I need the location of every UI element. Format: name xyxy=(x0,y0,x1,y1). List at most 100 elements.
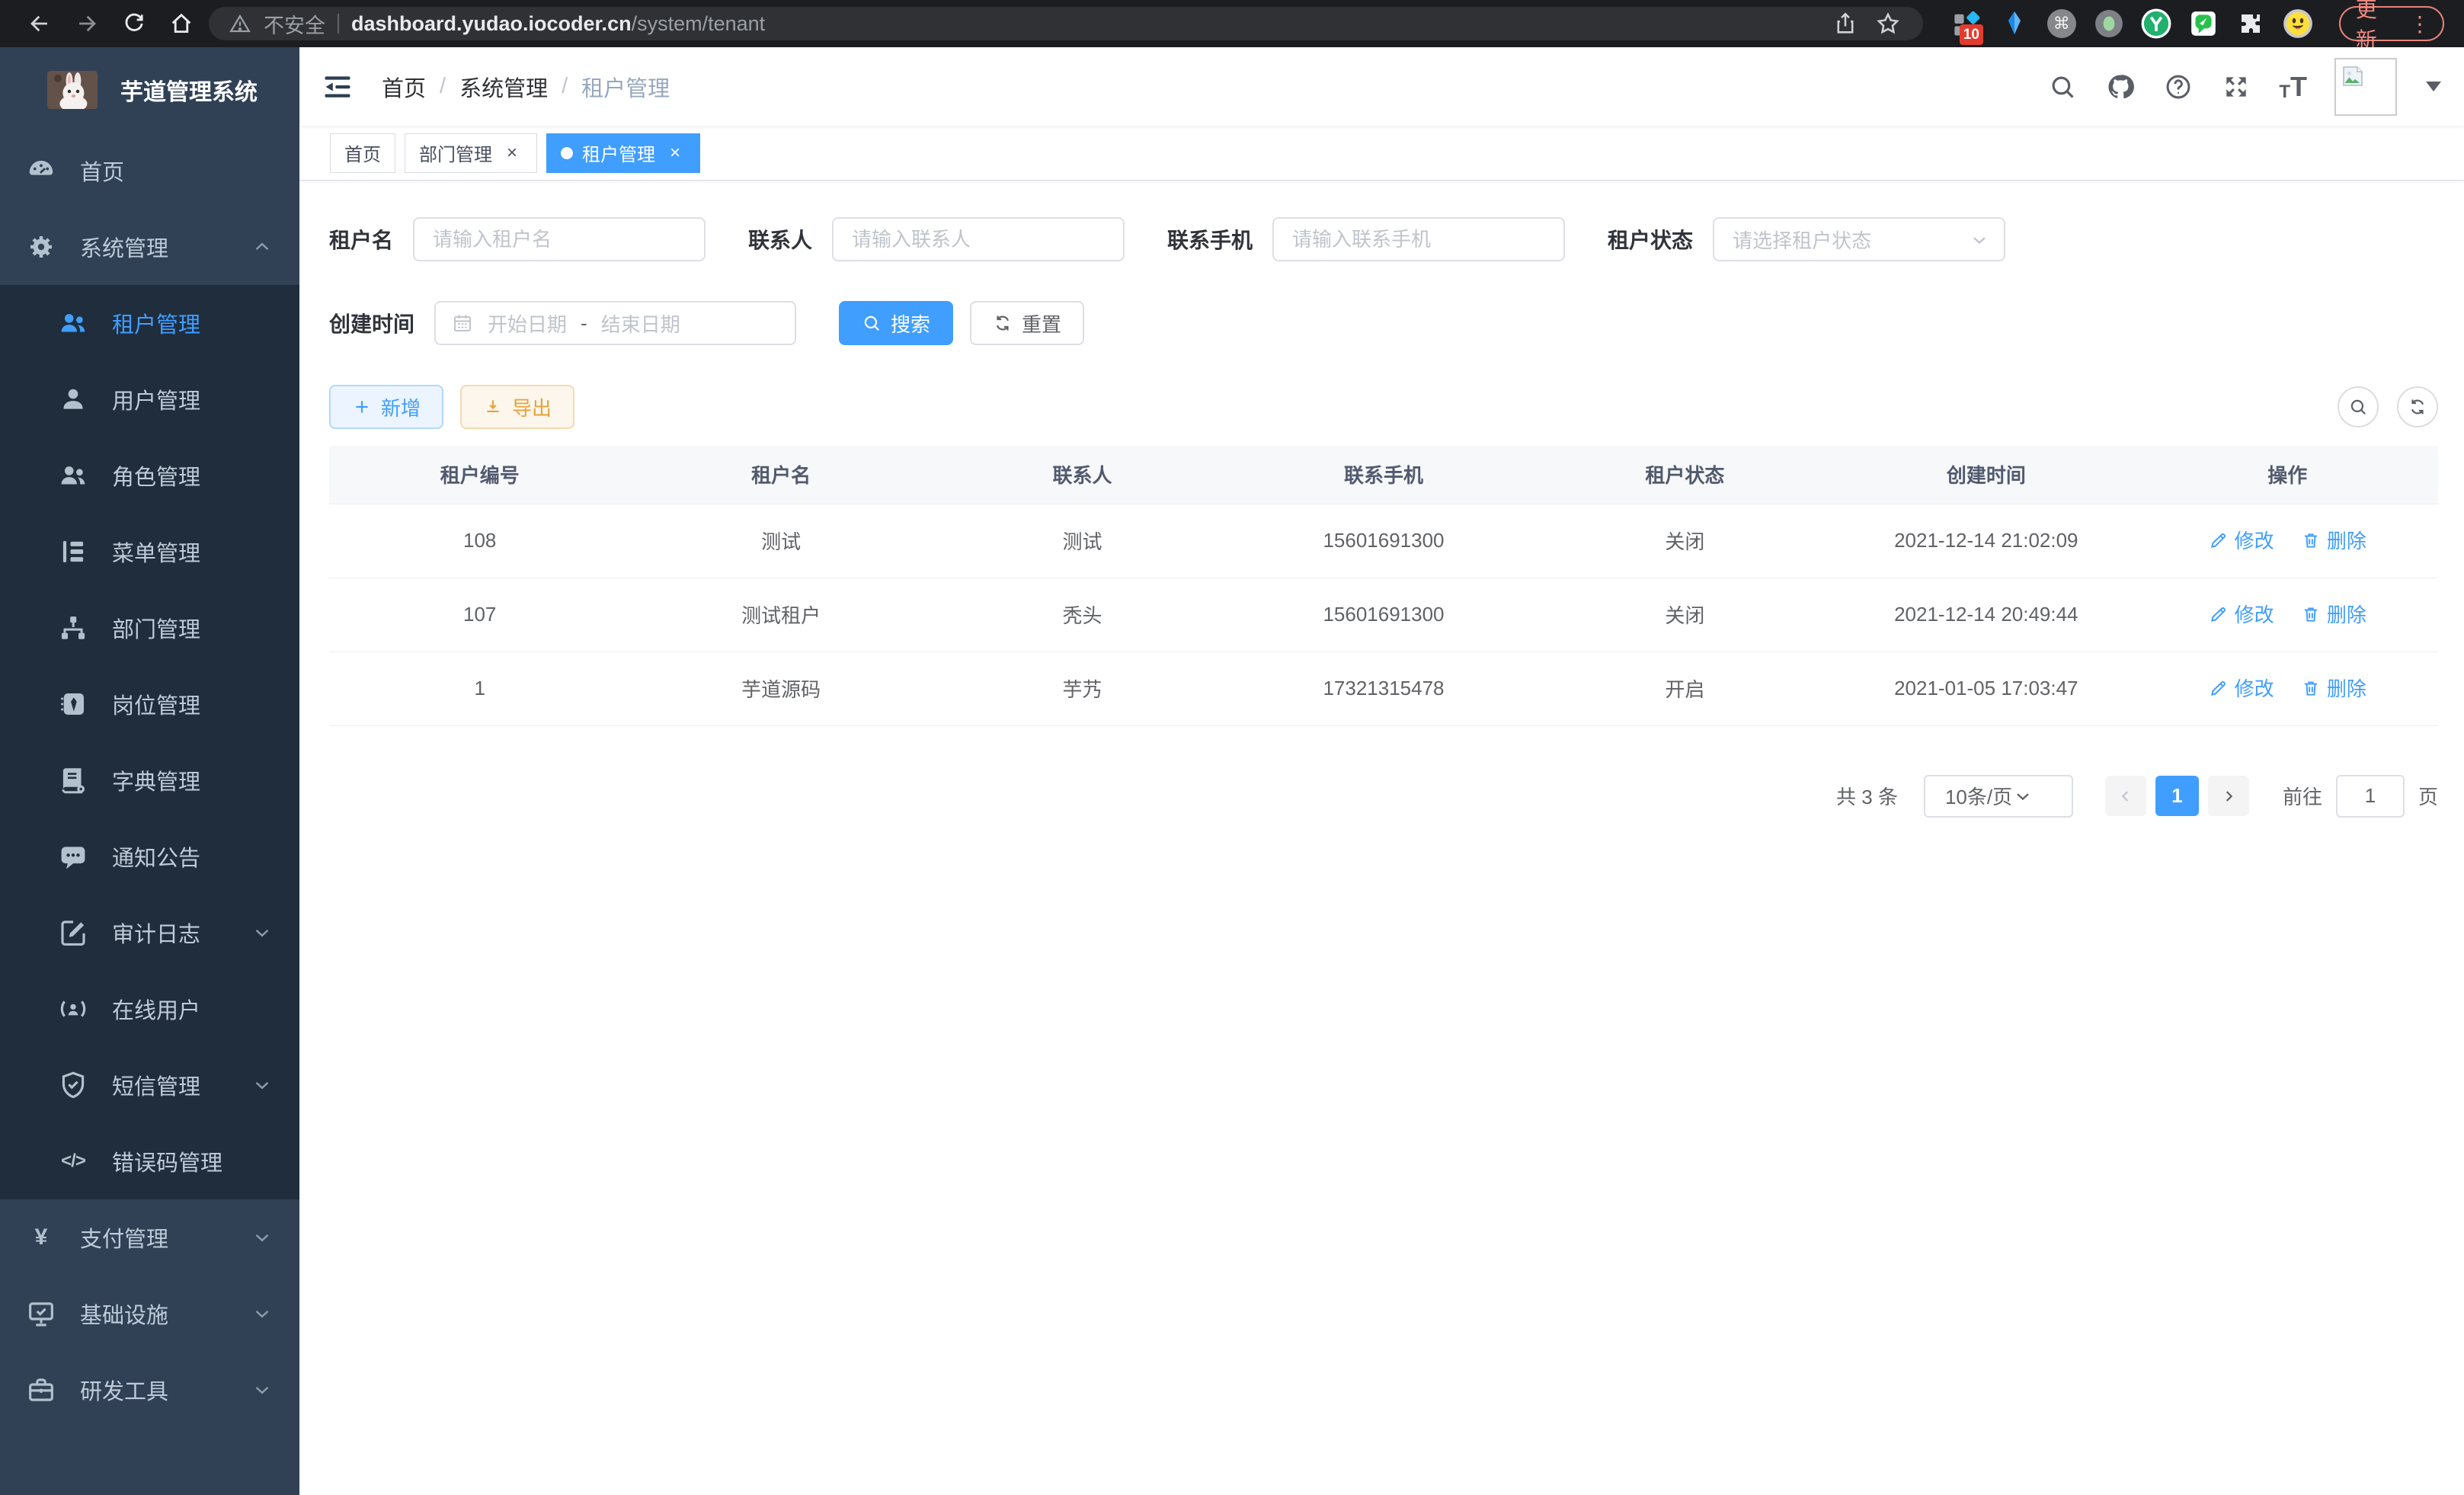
page-number-1[interactable]: 1 xyxy=(2155,776,2199,816)
sidebar-item-system[interactable]: 系统管理 xyxy=(0,209,299,285)
page-size-select[interactable]: 10条/页 xyxy=(1924,775,2073,818)
share-icon[interactable] xyxy=(1830,8,1861,39)
sidebar-toggle-icon[interactable] xyxy=(321,70,354,104)
fullscreen-icon[interactable] xyxy=(2221,72,2251,102)
tab-dept[interactable]: 部门管理 × xyxy=(405,133,537,173)
browser-forward-button[interactable] xyxy=(67,5,107,42)
sidebar-item-role[interactable]: 角色管理 xyxy=(0,437,299,514)
chat-extension-icon[interactable] xyxy=(2188,8,2219,39)
breadcrumb: 首页 / 系统管理 / 租户管理 xyxy=(382,71,670,103)
edit-link[interactable]: 修改 xyxy=(2209,674,2274,702)
refresh-icon xyxy=(2408,397,2427,417)
status-select[interactable]: 请选择租户状态 xyxy=(1713,217,2005,261)
phone-input[interactable] xyxy=(1272,217,1565,261)
sidebar-item-devtools[interactable]: 研发工具 xyxy=(0,1352,299,1428)
sidebar-item-pay[interactable]: ¥ 支付管理 xyxy=(0,1199,299,1276)
next-page-button[interactable] xyxy=(2208,776,2249,816)
prev-page-button[interactable] xyxy=(2105,776,2146,816)
avatar-dropdown-caret-icon[interactable] xyxy=(2426,82,2441,91)
col-created: 创建时间 xyxy=(1835,446,2136,504)
bookmark-star-icon[interactable] xyxy=(1873,8,1903,39)
chevron-down-icon xyxy=(251,1302,274,1325)
sidebar-item-label: 首页 xyxy=(80,155,274,187)
start-date-placeholder: 开始日期 xyxy=(488,309,567,338)
reset-button-label: 重置 xyxy=(1022,309,1061,338)
help-icon[interactable] xyxy=(2163,72,2194,102)
sidebar-item-infra[interactable]: 基础设施 xyxy=(0,1276,299,1352)
sidebar-item-tenant[interactable]: 租户管理 xyxy=(0,285,299,361)
pagination-total: 共 3 条 xyxy=(1836,782,1898,810)
edit-link[interactable]: 修改 xyxy=(2209,600,2274,628)
app-title: 芋道管理系统 xyxy=(120,73,258,107)
yen-icon: ¥ xyxy=(25,1221,57,1253)
add-button[interactable]: 新增 xyxy=(329,385,443,429)
tenant-page: 租户名 联系人 联系手机 租户状态 请选择租户状态 xyxy=(299,181,2464,1495)
sidebar-item-audit-log[interactable]: 审计日志 xyxy=(0,895,299,971)
roles-users-icon xyxy=(57,459,89,491)
sidebar-item-menu[interactable]: 菜单管理 xyxy=(0,514,299,590)
puzzle-extensions-icon[interactable] xyxy=(2235,8,2266,39)
header-search-icon[interactable] xyxy=(2047,72,2078,102)
sidebar-logo[interactable]: 芋道管理系统 xyxy=(0,47,299,133)
breadcrumb-system[interactable]: 系统管理 xyxy=(459,71,548,103)
sidebar-item-dept[interactable]: 部门管理 xyxy=(0,590,299,666)
y-logo-extension-icon[interactable] xyxy=(2141,8,2171,39)
browser-update-button[interactable]: 更新 ⋮ xyxy=(2339,6,2444,41)
contact-input[interactable] xyxy=(832,217,1125,261)
browser-menu-icon[interactable]: ⋮ xyxy=(2409,11,2430,37)
breadcrumb-home[interactable]: 首页 xyxy=(382,71,426,103)
tab-home[interactable]: 首页 xyxy=(330,133,395,173)
search-icon xyxy=(862,313,882,333)
contact-label: 联系人 xyxy=(748,224,812,255)
search-icon xyxy=(2348,397,2368,417)
security-warning-icon xyxy=(229,12,251,35)
phone-label: 联系手机 xyxy=(1167,224,1253,255)
sidebar-item-user[interactable]: 用户管理 xyxy=(0,361,299,437)
browser-home-button[interactable] xyxy=(162,5,201,42)
delete-link[interactable]: 删除 xyxy=(2301,674,2366,702)
extension-badge-icon[interactable]: 10 xyxy=(1952,8,1982,39)
col-tenant-name: 租户名 xyxy=(630,446,931,504)
create-time-range-picker[interactable]: 开始日期 - 结束日期 xyxy=(434,301,796,345)
font-size-icon[interactable]: TT xyxy=(2279,71,2307,103)
delete-link[interactable]: 删除 xyxy=(2301,526,2366,554)
sidebar-item-error-code[interactable]: </> 错误码管理 xyxy=(0,1123,299,1199)
profile-avatar-icon[interactable] xyxy=(2283,8,2313,39)
browser-back-button[interactable] xyxy=(20,5,59,42)
sidebar-item-label: 短信管理 xyxy=(112,1069,251,1101)
kite-extension-icon[interactable] xyxy=(1999,8,2030,39)
tab-tenant[interactable]: 租户管理 × xyxy=(546,133,700,173)
edit-link[interactable]: 修改 xyxy=(2209,526,2274,554)
sidebar-item-home[interactable]: 首页 xyxy=(0,133,299,209)
command-extension-icon[interactable]: ⌘ xyxy=(2046,8,2077,39)
cell-name: 芋道源码 xyxy=(630,651,931,725)
browser-reload-button[interactable] xyxy=(114,5,154,42)
cell-contact: 芋艿 xyxy=(932,651,1233,725)
sidebar-item-label: 租户管理 xyxy=(112,307,274,339)
tenant-name-input[interactable] xyxy=(413,217,706,261)
cell-created: 2021-01-05 17:03:47 xyxy=(1835,651,2136,725)
browser-address-bar[interactable]: 不安全 dashboard.yudao.iocoder.cn/system/te… xyxy=(209,7,1923,40)
reset-button[interactable]: 重置 xyxy=(970,301,1084,345)
sidebar-item-post[interactable]: 岗位管理 xyxy=(0,666,299,742)
goto-page-input[interactable] xyxy=(2336,775,2405,818)
export-button[interactable]: 导出 xyxy=(460,385,574,429)
github-icon[interactable] xyxy=(2105,72,2136,102)
sidebar-item-online-user[interactable]: 在线用户 xyxy=(0,971,299,1047)
user-icon xyxy=(57,383,89,415)
record-extension-icon[interactable] xyxy=(2094,8,2124,39)
search-button[interactable]: 搜索 xyxy=(839,301,953,345)
close-icon[interactable]: × xyxy=(664,142,686,164)
sidebar-item-sms[interactable]: 短信管理 xyxy=(0,1047,299,1123)
sidebar-item-dict[interactable]: 字典管理 xyxy=(0,742,299,818)
cell-id: 107 xyxy=(329,578,630,651)
close-icon[interactable]: × xyxy=(501,142,523,164)
delete-link[interactable]: 删除 xyxy=(2301,600,2366,628)
cell-name: 测试 xyxy=(630,504,931,578)
avatar[interactable] xyxy=(2334,58,2397,116)
toggle-search-button[interactable] xyxy=(2338,386,2379,427)
pencil-icon xyxy=(2209,604,2229,624)
refresh-table-button[interactable] xyxy=(2397,386,2438,427)
chevron-down-icon xyxy=(251,1226,274,1249)
sidebar-item-notice[interactable]: 通知公告 xyxy=(0,818,299,895)
